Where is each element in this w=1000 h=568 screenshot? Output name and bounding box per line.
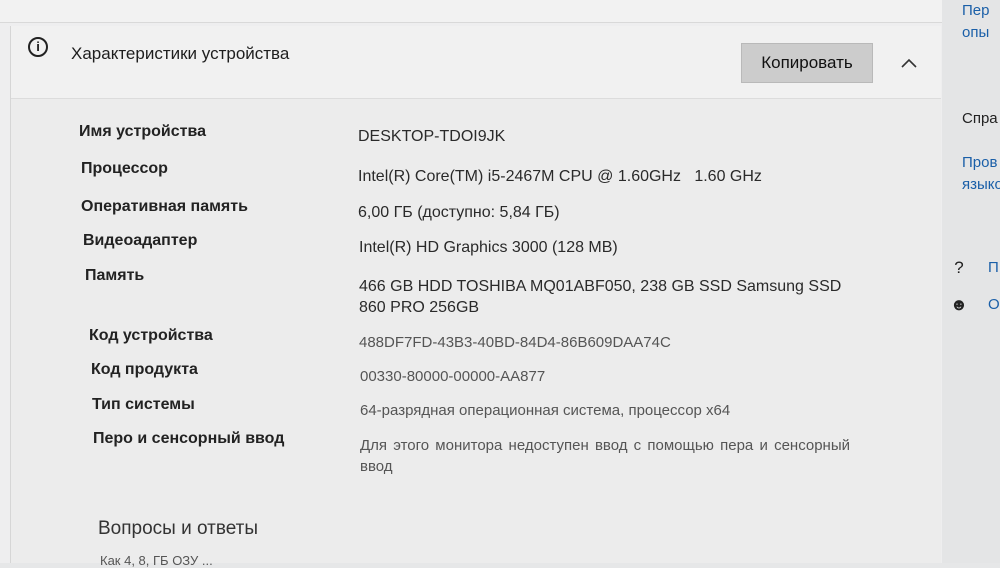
spec-value-processor: Intel(R) Core(TM) i5-2467M CPU @ 1.60GHz…: [358, 168, 762, 185]
spec-value-pen-touch: Для этого монитора недоступен ввод с пом…: [360, 437, 850, 475]
spec-value-device-name: DESKTOP-TDOI9JK: [358, 128, 506, 145]
faq-first-item[interactable]: Как 4, 8, ГБ ОЗУ ...: [100, 553, 213, 568]
info-icon: i: [28, 37, 48, 57]
spec-label-pen-touch: Перо и сенсорный ввод: [93, 430, 285, 447]
previous-section-card: [0, 0, 942, 23]
help-icon[interactable]: ?: [948, 257, 970, 279]
chevron-up-icon[interactable]: [891, 46, 927, 82]
spec-value-device-id: 488DF7FD-43B3-40BD-84D4-86B609DAA74C: [359, 334, 671, 351]
copy-button[interactable]: Копировать: [741, 43, 873, 83]
spec-label-ram: Оперативная память: [81, 198, 248, 215]
faq-section-title: Вопросы и ответы: [98, 518, 259, 539]
sidebar-link-2-line1[interactable]: Пров: [962, 154, 997, 171]
spec-label-product-id: Код продукта: [91, 361, 198, 378]
device-specs-card: i Характеристики устройства Копировать И…: [10, 26, 941, 563]
settings-main-pane: i Характеристики устройства Копировать И…: [0, 0, 942, 568]
spec-label-video-adapter: Видеоадаптер: [83, 232, 198, 249]
sidebar-link-1-line2[interactable]: опы: [962, 24, 989, 41]
sidebar-help-link[interactable]: П: [988, 259, 999, 276]
feedback-icon[interactable]: ☻: [948, 294, 970, 316]
spec-label-device-id: Код устройства: [89, 327, 213, 344]
spec-value-storage: 466 GB HDD TOSHIBA MQ01ABF050, 238 GB SS…: [359, 278, 842, 316]
device-specs-header[interactable]: i Характеристики устройства Копировать: [11, 26, 941, 99]
sidebar-link-2-line2[interactable]: языко: [962, 176, 1000, 193]
related-settings-sidebar: Пер опы Спра Пров языко ? П ☻ О: [942, 0, 1000, 563]
spec-value-video-adapter: Intel(R) HD Graphics 3000 (128 MB): [359, 239, 618, 256]
spec-label-storage: Память: [85, 267, 145, 284]
spec-label-device-name: Имя устройства: [79, 123, 206, 140]
sidebar-heading: Спра: [962, 110, 998, 127]
spec-label-processor: Процессор: [81, 160, 168, 177]
sidebar-link-1-line1[interactable]: Пер: [962, 2, 989, 19]
spec-value-system-type: 64-разрядная операционная система, проце…: [360, 402, 731, 419]
spec-label-system-type: Тип системы: [92, 396, 195, 413]
device-specs-title: Характеристики устройства: [71, 44, 290, 63]
sidebar-feedback-link[interactable]: О: [988, 296, 1000, 313]
spec-value-ram: 6,00 ГБ (доступно: 5,84 ГБ): [358, 204, 560, 221]
spec-value-product-id: 00330-80000-00000-AA877: [360, 368, 546, 385]
